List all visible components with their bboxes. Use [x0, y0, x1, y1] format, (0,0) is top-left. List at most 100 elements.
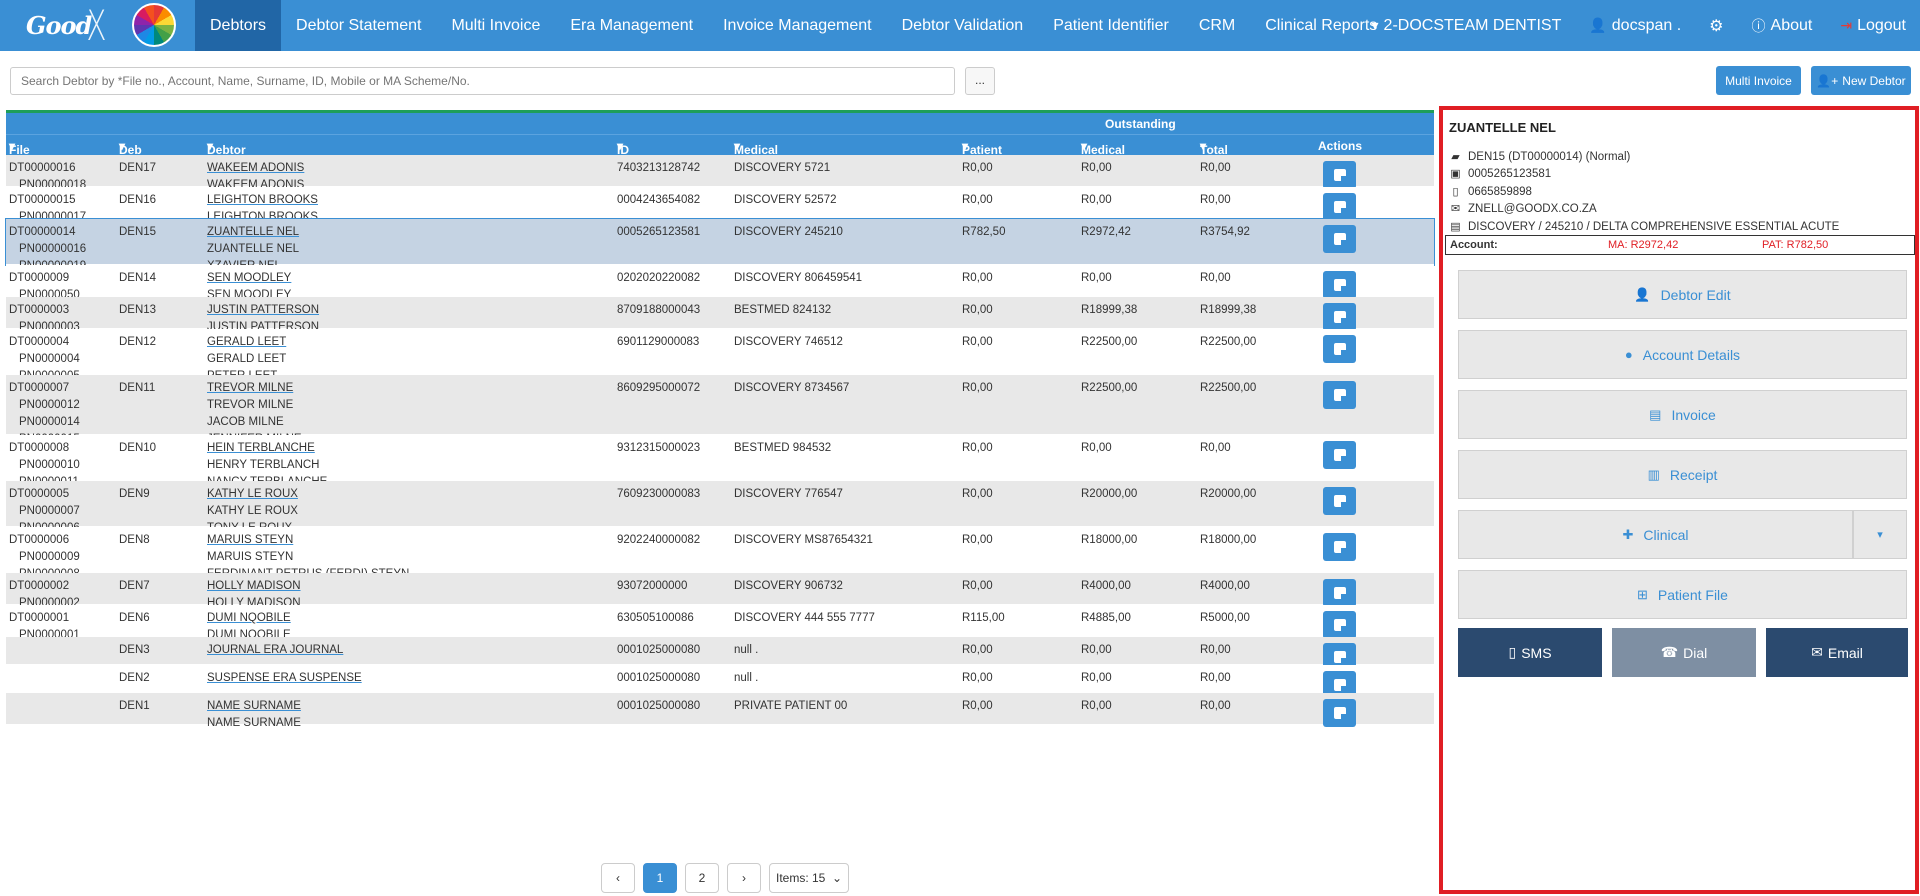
sort-deb-no[interactable]: Deb No. ▾ [119, 139, 142, 171]
nav-multi-invoice[interactable]: Multi Invoice [436, 0, 555, 51]
nav-crm[interactable]: CRM [1184, 0, 1250, 51]
debtor-link[interactable]: DUMI NQOBILE [207, 610, 291, 627]
nav-era-management[interactable]: Era Management [555, 0, 708, 51]
table-row[interactable]: DT0000004PN0000004PN0000005DEN12GERALD L… [6, 329, 1434, 382]
debtor-link[interactable]: JUSTIN PATTERSON [207, 302, 319, 319]
logout-label: Logout [1857, 16, 1906, 34]
nav-debtors[interactable]: Debtors [195, 0, 282, 51]
table-row[interactable]: DT0000001 PN0000001 DEN6 DUMI NQOBILE DUMI N… [6, 605, 1434, 641]
table-row[interactable]: DT0000005PN0000007PN0000006DEN9KATHY LE … [6, 481, 1434, 534]
envelope-icon: ✉ [1811, 644, 1823, 660]
file-no: DT0000007 [9, 382, 70, 394]
account-details-button[interactable]: ● Account Details [1458, 330, 1907, 379]
patient-file-button[interactable]: ⊞ Patient File [1458, 570, 1907, 619]
patient-amount: R0,00 [962, 162, 993, 174]
nav-patient-identifier[interactable]: Patient Identifier [1038, 0, 1184, 51]
sort-medical[interactable]: Medical ▾ [1081, 139, 1125, 157]
row-action-button[interactable] [1323, 193, 1356, 221]
debtor-link[interactable]: LEIGHTON BROOKS [207, 192, 318, 209]
sort-patient[interactable]: Patient ▾ [962, 139, 1002, 157]
debtor-link[interactable]: SEN MOODLEY [207, 270, 291, 287]
table-row[interactable]: DT0000003 PN0000003 DEN13 JUSTIN PATTERSON J… [6, 297, 1434, 333]
row-action-button[interactable] [1323, 381, 1356, 409]
patient-amount: R115,00 [962, 612, 1005, 624]
receipt-button[interactable]: ▥ Receipt [1458, 450, 1907, 499]
settings-button[interactable]: ⚙ [1695, 0, 1737, 51]
row-action-button[interactable] [1323, 303, 1356, 331]
sort-debtor[interactable]: Debtor ▾ [207, 139, 246, 157]
practice-dropdown[interactable]: ▾ 2-DOCSTEAM DENTIST [1358, 0, 1576, 51]
table-row[interactable]: DT0000007PN0000012PN0000014PN0000015DEN1… [6, 375, 1434, 445]
prev-page-button[interactable]: ‹ [601, 863, 635, 893]
table-row[interactable]: DEN1 NAME SURNAME NAME SURNAME 000102500008… [6, 693, 1434, 729]
phone-icon: ☎ [1660, 644, 1679, 660]
multi-invoice-button[interactable]: Multi Invoice [1716, 66, 1801, 95]
row-action-button[interactable] [1323, 611, 1356, 639]
table-row[interactable]: DEN3 JOURNAL ERA JOURNAL 0001025000080 null… [6, 637, 1434, 671]
clinical-button[interactable]: ✚ Clinical [1458, 510, 1853, 559]
next-page-button[interactable]: › [727, 863, 761, 893]
sms-button[interactable]: ▯ SMS [1458, 628, 1602, 677]
nav-debtor-validation[interactable]: Debtor Validation [887, 0, 1039, 51]
sort-file-no[interactable]: File No. ▾ [9, 139, 30, 171]
debtor-link[interactable]: HEIN TERBLANCHE [207, 440, 327, 457]
table-row[interactable]: DT00000014PN00000016PN00000019DEN15ZUANT… [5, 218, 1435, 272]
debtor-link[interactable]: WAKEEM ADONIS [207, 160, 304, 177]
debtor-link[interactable]: JOURNAL ERA JOURNAL [207, 642, 343, 659]
patient-amount: R0,00 [962, 304, 993, 316]
total-amount: R22500,00 [1200, 382, 1257, 394]
table-row[interactable]: DEN2 SUSPENSE ERA SUSPENSE 0001025000080 nu… [6, 665, 1434, 699]
row-action-button[interactable] [1323, 579, 1356, 607]
total-amount: R20000,00 [1200, 488, 1257, 500]
file-invoice-icon: ▤ [1649, 406, 1662, 422]
nav-debtor-statement[interactable]: Debtor Statement [281, 0, 436, 51]
panel-debtor-name: ZUANTELLE NEL [1449, 120, 1556, 135]
page-2-button[interactable]: 2 [685, 863, 719, 893]
invoice-button[interactable]: ▤ Invoice [1458, 390, 1907, 439]
total-amount: R0,00 [1200, 162, 1231, 174]
dial-button[interactable]: ☎ Dial [1612, 628, 1756, 677]
debtor-link[interactable]: MARUIS STEYN [207, 532, 409, 549]
debtor-link[interactable]: TREVOR MILNE [207, 380, 302, 397]
deb-no: DEN7 [119, 580, 150, 592]
goodx-logo[interactable]: Good X [0, 0, 195, 51]
table-row[interactable]: DT00000016 PN00000018 DEN17 WAKEEM ADONIS WA… [6, 155, 1434, 191]
table-row[interactable]: DT0000008PN0000010PN0000011DEN10HEIN TER… [6, 435, 1434, 488]
sort-medical-aid[interactable]: Medical Aid ▾ [734, 139, 778, 171]
row-action-button[interactable] [1323, 161, 1356, 189]
table-row[interactable]: DT0000002 PN0000002 DEN7 HOLLY MADISON HOLLY… [6, 573, 1434, 609]
debtor-link[interactable]: ZUANTELLE NEL [207, 224, 299, 241]
sort-id-number[interactable]: ID Number ▾ [617, 139, 662, 171]
user-menu[interactable]: 👤 docspan . [1575, 0, 1695, 51]
page-1-button[interactable]: 1 [643, 863, 677, 893]
debtor-link[interactable]: NAME SURNAME [207, 698, 301, 715]
debtor-search-input[interactable] [10, 67, 955, 95]
debtor-link[interactable]: SUSPENSE ERA SUSPENSE [207, 670, 362, 687]
debtor-link[interactable]: HOLLY MADISON [207, 578, 301, 595]
table-row[interactable]: DT0000006PN0000009PN0000008DEN8MARUIS ST… [6, 527, 1434, 580]
row-action-button[interactable] [1323, 441, 1356, 469]
about-button[interactable]: ⓘ About [1738, 0, 1827, 51]
new-debtor-button[interactable]: 👤+ New Debtor [1811, 66, 1911, 95]
table-row[interactable]: DT00000015 PN00000017 DEN16 LEIGHTON BROOKS… [6, 187, 1434, 223]
table-row[interactable]: DT0000009 PN0000050 DEN14 SEN MOODLEY SEN MO… [6, 265, 1434, 301]
nav-invoice-management[interactable]: Invoice Management [708, 0, 887, 51]
items-per-page-select[interactable]: Items: 15 ⌄ [769, 863, 849, 893]
email-button[interactable]: ✉ Email [1766, 628, 1908, 677]
debtor-edit-button[interactable]: 👤 Debtor Edit [1458, 270, 1907, 319]
debtor-link[interactable]: KATHY LE ROUX [207, 486, 298, 503]
note-icon [1333, 651, 1346, 663]
search-options-button[interactable]: ... [965, 67, 995, 95]
debtor-link[interactable]: GERALD LEET [207, 334, 286, 351]
row-action-button[interactable] [1323, 699, 1356, 727]
medical-aid: DISCOVERY 806459541 [734, 272, 863, 284]
row-action-button[interactable] [1323, 225, 1356, 253]
logout-button[interactable]: ⇥ Logout [1826, 0, 1920, 51]
sort-total[interactable]: Total ▾ [1200, 139, 1228, 157]
deb-no: DEN13 [119, 304, 157, 316]
row-action-button[interactable] [1323, 271, 1356, 299]
row-action-button[interactable] [1323, 487, 1356, 515]
row-action-button[interactable] [1323, 533, 1356, 561]
clinical-dropdown-toggle[interactable]: ▾ [1853, 510, 1907, 559]
row-action-button[interactable] [1323, 335, 1356, 363]
